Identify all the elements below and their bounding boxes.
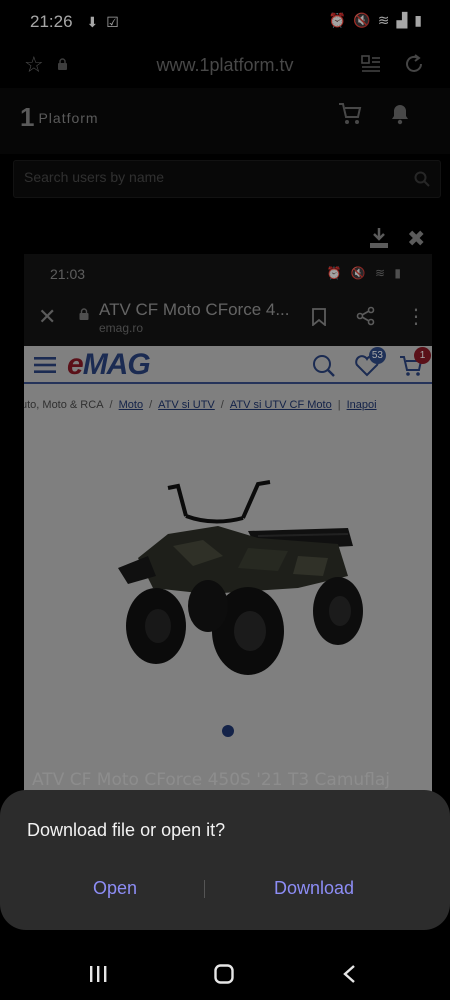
emag-page: eMAG 53 1 uto, Moto & RCA / Moto / ATV s… <box>24 346 432 800</box>
close-icon[interactable]: ✖ <box>407 226 425 252</box>
logo-mark: 1 <box>20 102 35 132</box>
favorites-badge: 53 <box>368 347 386 364</box>
emag-search-icon <box>313 355 335 377</box>
status-icons: ⏰ 🔇 ≋ ▟ ▮ <box>329 12 422 29</box>
breadcrumb: uto, Moto & RCA / Moto / ATV si UTV / ATV si U… <box>24 399 432 411</box>
status-time: 21:26 <box>30 12 73 31</box>
breadcrumb-atv-utv: ATV si UTV <box>158 399 215 411</box>
dialog-message: Download file or open it? <box>27 820 226 840</box>
embedded-status-bar: 21:03 ⏰ 🔇 ≋ ▮ <box>24 254 432 294</box>
breadcrumb-back: Inapoi <box>346 399 377 411</box>
back-icon[interactable] <box>342 964 356 984</box>
reload-icon[interactable] <box>403 53 425 75</box>
embedded-share-icon <box>356 306 375 326</box>
emag-header: eMAG 53 1 <box>24 346 432 384</box>
notification-bell-icon[interactable] <box>387 100 413 126</box>
embedded-domain: emag.ro <box>99 321 144 335</box>
emag-favorites: 53 <box>354 347 386 378</box>
url-text[interactable]: www.1platform.tv <box>0 55 450 76</box>
carousel-dot <box>222 725 234 737</box>
atv-product-image <box>118 480 363 675</box>
home-icon[interactable] <box>214 964 234 984</box>
emag-logo-e: e <box>67 348 84 381</box>
breadcrumb-moto: Moto <box>118 399 144 411</box>
alarm-icon: ⏰ <box>328 12 347 28</box>
breadcrumb-start: uto, Moto & RCA <box>24 399 104 411</box>
cart-badge: 1 <box>414 347 431 364</box>
search-input[interactable] <box>24 169 404 185</box>
download-icon[interactable] <box>368 226 390 250</box>
attached-screenshot[interactable]: 21:03 ⏰ 🔇 ≋ ▮ ✕ ATV CF Moto CForce 4... … <box>24 254 432 800</box>
download-dialog: Download file or open it? Open Download <box>0 790 450 930</box>
signal-icon: ▟ <box>396 12 408 28</box>
breadcrumb-atv-cfmoto: ATV si UTV CF Moto <box>229 399 332 411</box>
check-icon: ☑ <box>106 13 119 30</box>
embedded-more-icon: ⋮ <box>406 306 426 328</box>
battery-icon: ▮ <box>414 12 422 28</box>
open-button[interactable]: Open <box>80 878 150 899</box>
logo-name: Platform <box>38 109 99 126</box>
emag-logo-mag: MAG <box>82 348 151 381</box>
site-logo[interactable]: 1 Platform <box>20 102 99 133</box>
embedded-close-icon: ✕ <box>38 304 57 329</box>
emag-cart: 1 <box>399 347 431 378</box>
status-bar: 21:26 ⬇ ☑ ⏰ 🔇 ≋ ▟ ▮ <box>0 0 450 44</box>
embedded-bookmark-icon <box>312 308 326 326</box>
product-title: ATV CF Moto CForce 450S '21 T3 Camuflaj <box>32 770 391 790</box>
embedded-page-title: ATV CF Moto CForce 4... <box>99 300 290 319</box>
search-icon[interactable] <box>414 171 430 187</box>
embedded-lock-icon <box>79 308 89 320</box>
mute-icon: 🔇 <box>353 12 371 28</box>
embedded-status-time: 21:03 <box>50 266 86 282</box>
wifi-icon: ≋ <box>377 12 390 28</box>
system-nav-bar <box>0 940 450 1000</box>
browser-url-bar: ☆ www.1platform.tv <box>0 44 450 88</box>
tab-list-icon[interactable] <box>361 54 381 74</box>
cart-icon[interactable] <box>337 100 363 126</box>
embedded-browser-toolbar: ✕ ATV CF Moto CForce 4... emag.ro ⋮ <box>24 294 432 346</box>
download-button[interactable]: Download <box>258 878 370 899</box>
download-icon: ⬇ <box>86 13 99 30</box>
embedded-status-icons: ⏰ 🔇 ≋ ▮ <box>326 266 404 280</box>
emag-menu-icon <box>34 357 56 373</box>
recent-apps-icon[interactable] <box>88 965 108 983</box>
emag-logo: eMAG <box>67 348 151 382</box>
user-search-box[interactable] <box>13 160 441 198</box>
button-divider <box>204 880 205 898</box>
